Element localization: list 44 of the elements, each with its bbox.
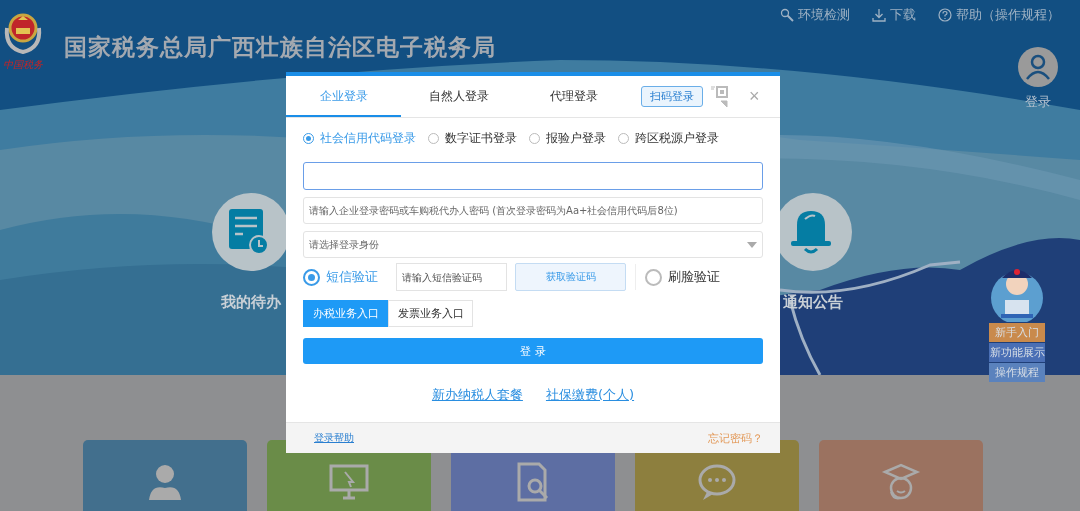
logo-caption: 中国税务 [3, 58, 43, 72]
login-link[interactable]: 登录 [1018, 47, 1058, 111]
password-field[interactable]: 请输入企业登录密码或车购税代办人密码 (首次登录密码为Aa+社会信用代码后8位) [303, 197, 763, 224]
login-tab[interactable]: 企业登录 [286, 76, 401, 117]
monitor-icon [329, 462, 369, 502]
top-link[interactable]: 环境检测 [780, 6, 850, 24]
helper-button[interactable]: 操作规程 [989, 363, 1045, 382]
forgot-password-link[interactable]: 忘记密码？ [708, 430, 763, 446]
radio-label[interactable]: 报验户登录 [546, 130, 606, 147]
login-button[interactable]: 登 录 [303, 338, 763, 364]
radio-label[interactable]: 短信验证 [326, 268, 378, 286]
identity-select[interactable]: 请选择登录身份 [303, 231, 763, 258]
helper-button[interactable]: 新手入门 [989, 323, 1045, 342]
shortcut-label[interactable]: 我的待办 [221, 293, 281, 312]
radio-label[interactable]: 跨区税源户登录 [635, 130, 719, 147]
link[interactable]: 社保缴费(个人) [545, 386, 635, 404]
help-icon [938, 8, 952, 22]
radio-button[interactable] [645, 268, 662, 286]
sms-code-field[interactable]: 请输入短信验证码 [396, 263, 507, 291]
helper-button[interactable]: 新功能展示 [989, 343, 1045, 362]
download-icon [872, 8, 886, 22]
close-button[interactable]: × [741, 86, 768, 107]
radio-button[interactable] [303, 268, 320, 286]
login-tab[interactable]: 代理登录 [516, 76, 631, 117]
user-avatar-icon [1018, 47, 1058, 87]
help-link[interactable]: 登录帮助 [314, 431, 354, 445]
account-field[interactable] [303, 162, 763, 190]
graduate-icon [881, 462, 921, 502]
radio-label[interactable]: 社会信用代码登录 [320, 130, 416, 147]
chat-icon [697, 462, 737, 502]
shortcut-label[interactable]: 通知公告 [783, 293, 843, 312]
top-link[interactable]: 帮助（操作规程） [938, 6, 1060, 24]
site-title: 国家税务总局广西壮族自治区电子税务局 [64, 33, 496, 62]
entry-tab[interactable]: 办税业务入口 [303, 300, 388, 327]
radio-label[interactable]: 数字证书登录 [445, 130, 517, 147]
radio-label[interactable]: 刷脸验证 [668, 268, 720, 286]
get-code-button[interactable]: 获取验证码 [515, 263, 626, 291]
top-link[interactable]: 下载 [872, 6, 916, 24]
scan-login-tooltip: 扫码登录 [641, 86, 703, 107]
entry-tab[interactable]: 发票业务入口 [388, 300, 473, 327]
link[interactable]: 新办纳税人套餐 [431, 386, 523, 404]
dropdown-caret-icon [747, 241, 757, 248]
qr-code-icon [711, 84, 729, 109]
login-tab[interactable]: 自然人登录 [401, 76, 516, 117]
